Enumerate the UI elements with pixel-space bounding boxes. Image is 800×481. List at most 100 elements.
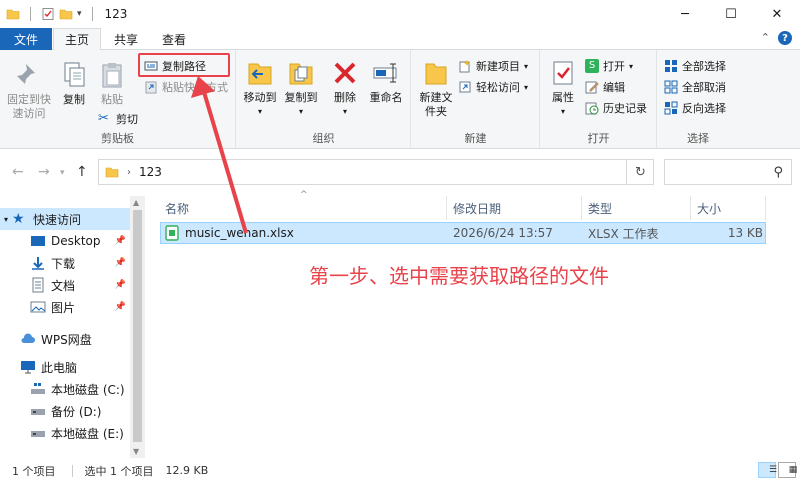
new-folder-icon <box>425 63 447 85</box>
nav-item-drive-c[interactable]: 本地磁盘 (C:) <box>0 378 130 400</box>
tab-share[interactable]: 共享 <box>106 28 146 50</box>
easy-access-icon <box>459 81 471 93</box>
column-header-type[interactable]: 类型 <box>583 196 691 220</box>
toolbar-separator <box>91 7 93 21</box>
properties-icon[interactable] <box>41 7 55 21</box>
paste-shortcut-button[interactable]: 粘贴快捷方式 <box>144 78 228 96</box>
help-icon[interactable]: ? <box>778 31 792 45</box>
chevron-down-icon: ▾ <box>4 214 9 224</box>
nav-item-this-pc[interactable]: 此电脑 <box>0 356 130 378</box>
copy-to-button[interactable]: 复制到 ▾ <box>281 58 321 119</box>
move-to-button[interactable]: 移动到 ▾ <box>241 58 279 119</box>
rename-icon <box>373 63 397 83</box>
easy-access-label: 轻松访问 <box>476 81 520 94</box>
refresh-icon: ↻ <box>635 164 646 180</box>
recent-dropdown-icon[interactable]: ▾ <box>60 168 65 178</box>
toolbar-separator <box>30 7 31 21</box>
paste-label: 粘贴 <box>101 93 123 106</box>
close-button[interactable]: ✕ <box>754 0 800 28</box>
invert-selection-button[interactable]: 反向选择 <box>664 99 726 117</box>
nav-item-pictures[interactable]: 图片 📌 <box>0 296 130 318</box>
move-to-label: 移动到 <box>243 91 277 104</box>
rename-button[interactable]: 重命名 <box>367 58 405 105</box>
properties-label: 属性 <box>552 91 574 104</box>
new-item-button[interactable]: 新建项目 ▾ <box>458 57 528 75</box>
pin-icon <box>16 64 35 85</box>
search-icon: ⚲ <box>773 164 783 180</box>
pin-icon: 📌 <box>114 236 126 246</box>
search-input[interactable]: ⚲ <box>664 159 792 185</box>
nav-item-drive-d[interactable]: 备份 (D:) <box>0 400 130 422</box>
new-folder-icon[interactable] <box>59 7 73 21</box>
column-header-size[interactable]: 大小 <box>692 196 766 220</box>
nav-scrollbar[interactable]: ▲ ▼ <box>130 196 145 458</box>
file-type: XLSX 工作表 <box>588 226 659 241</box>
nav-item-wps-drive[interactable]: WPS网盘 <box>0 328 130 350</box>
history-button[interactable]: 历史记录 <box>585 99 647 117</box>
details-view-button[interactable]: ☰ <box>758 462 777 478</box>
nav-item-desktop[interactable]: Desktop 📌 <box>0 230 130 252</box>
file-name: music_wenan.xlsx <box>185 226 294 240</box>
forward-arrow-icon[interactable]: → <box>38 164 50 180</box>
select-none-button[interactable]: 全部取消 <box>664 78 726 96</box>
new-group: 新建文件夹 新建项目 ▾ 轻松访问 ▾ 新建 <box>412 50 540 149</box>
customize-dropdown-icon[interactable]: ▾ <box>77 9 82 19</box>
status-bar: 1 个项目 选中 1 个项目 12.9 KB ☰ ▦ <box>0 460 800 481</box>
copy-path-highlight-box <box>138 53 230 77</box>
scrollbar-thumb[interactable] <box>133 210 142 442</box>
ribbon-controls: ⌃ ? <box>761 31 792 45</box>
history-icon <box>585 102 599 115</box>
annotation-text: 第一步、选中需要获取路径的文件 <box>309 264 609 288</box>
refresh-button[interactable]: ↻ <box>626 159 654 185</box>
nav-label: 快速访问 <box>33 212 82 227</box>
breadcrumb-folder[interactable]: 123 <box>139 165 162 179</box>
tab-home[interactable]: 主页 <box>53 28 101 51</box>
edit-button[interactable]: 编辑 <box>585 78 625 96</box>
tab-file[interactable]: 文件 <box>0 28 52 50</box>
chevron-down-icon: ▾ <box>298 107 303 116</box>
nav-item-documents[interactable]: 文档 📌 <box>0 274 130 296</box>
scissors-icon: ✂ <box>98 111 109 126</box>
select-all-button[interactable]: 全部选择 <box>664 57 726 75</box>
paste-button[interactable]: 粘贴 <box>96 60 128 107</box>
file-name-cell: music_wenan.xlsx <box>165 223 294 243</box>
minimize-button[interactable]: ─ <box>662 0 708 28</box>
new-folder-label: 新建文件夹 <box>419 91 453 118</box>
maximize-button[interactable]: ☐ <box>708 0 754 28</box>
copy-icon <box>64 62 85 87</box>
address-field[interactable]: › 123 <box>98 159 654 185</box>
large-icons-view-button[interactable]: ▦ <box>778 462 797 478</box>
nav-item-downloads[interactable]: 下载 📌 <box>0 252 130 274</box>
scroll-down-icon[interactable]: ▼ <box>133 447 139 456</box>
properties-button[interactable]: 属性 ▾ <box>547 58 579 119</box>
nav-item-drive-e[interactable]: 本地磁盘 (E:) <box>0 422 130 444</box>
drive-icon <box>31 431 45 437</box>
new-folder-button[interactable]: 新建文件夹 <box>416 58 456 119</box>
column-header-date[interactable]: 修改日期 <box>448 196 582 220</box>
cut-button[interactable]: ✂ 剪切 <box>98 110 138 128</box>
scroll-up-icon[interactable]: ▲ <box>133 198 139 207</box>
nav-label: Desktop <box>51 234 101 248</box>
delete-button[interactable]: 删除 ▾ <box>329 58 361 119</box>
invert-selection-icon <box>664 101 678 115</box>
open-button[interactable]: S 打开 ▾ <box>585 57 633 75</box>
status-separator <box>71 464 73 477</box>
tab-view[interactable]: 查看 <box>154 28 194 50</box>
table-row[interactable]: music_wenan.xlsx 2026/6/24 13:57 XLSX 工作… <box>160 222 766 244</box>
chevron-down-icon: ▾ <box>342 107 347 116</box>
copy-button[interactable]: 复制 <box>58 60 90 107</box>
copy-to-label: 复制到 <box>284 91 318 104</box>
nav-label: 图片 <box>51 300 76 315</box>
collapse-ribbon-icon[interactable]: ⌃ <box>761 31 770 45</box>
chevron-down-icon: ▾ <box>524 61 529 71</box>
nav-item-quick-access[interactable]: ▾ ★ 快速访问 <box>0 208 130 230</box>
desktop-icon <box>31 236 45 246</box>
back-arrow-icon[interactable]: ← <box>12 164 24 180</box>
excel-file-icon <box>165 225 179 241</box>
column-header-name[interactable]: 名称 <box>160 196 447 220</box>
nav-label: 本地磁盘 (C:) <box>51 382 125 397</box>
easy-access-button[interactable]: 轻松访问 ▾ <box>458 78 528 96</box>
up-arrow-icon[interactable]: ↑ <box>76 164 88 180</box>
nav-label: WPS网盘 <box>41 332 92 347</box>
pin-quick-access-button[interactable]: 固定到快速访问 <box>4 60 54 121</box>
